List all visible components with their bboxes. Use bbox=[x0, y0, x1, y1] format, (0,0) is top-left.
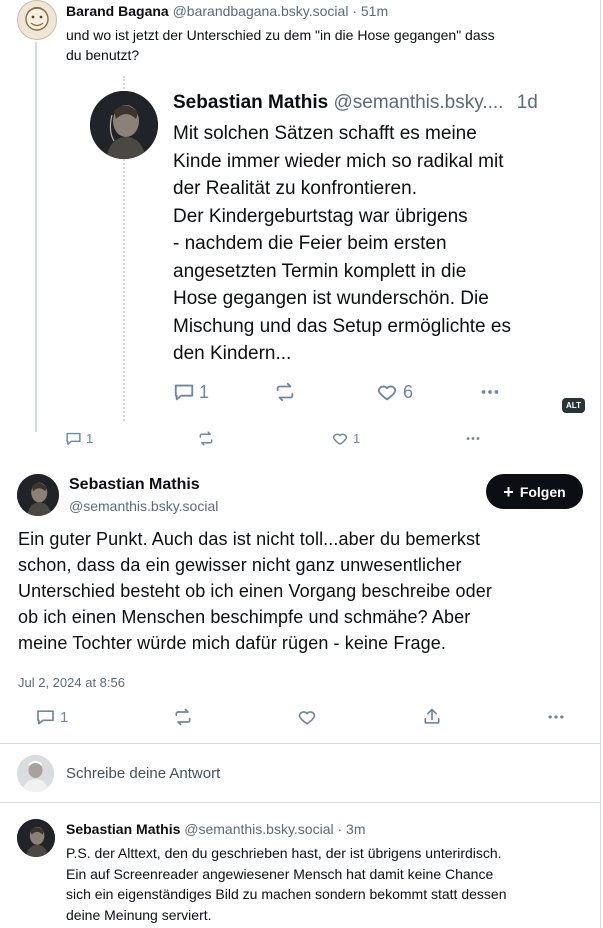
quote-time[interactable]: 1d bbox=[517, 92, 538, 113]
reply-text-line: Ein auf Screenreader angewiesener Mensch… bbox=[66, 865, 494, 882]
quote-text-line: der Realität zu konfrontieren. bbox=[173, 178, 417, 199]
main-text-line: Unterschied besteht ob ich einen Vorgang… bbox=[18, 581, 492, 601]
author-handle[interactable]: @barandbagana.bsky.social bbox=[173, 3, 349, 19]
quote-text-line: Hose gegangen ist wunderschön. Die bbox=[173, 288, 489, 309]
more-icon bbox=[466, 437, 480, 440]
avatar-current-user bbox=[17, 755, 54, 792]
quote-repost-button[interactable] bbox=[273, 381, 297, 403]
quote-author-name[interactable]: Sebastian Mathis bbox=[173, 92, 328, 113]
avatar-barand[interactable] bbox=[17, 0, 57, 40]
quote-header: Sebastian Mathis @semanthis.bsky.... 1d bbox=[173, 92, 538, 114]
main-author-handle[interactable]: @semanthis.bsky.social bbox=[69, 498, 218, 514]
plus-icon: + bbox=[503, 481, 514, 502]
avatar-sebastian[interactable] bbox=[17, 474, 59, 516]
main-repost-button[interactable] bbox=[172, 707, 194, 727]
quote-reply-count: 1 bbox=[199, 381, 210, 402]
more-icon bbox=[548, 715, 564, 719]
divider bbox=[0, 743, 600, 744]
divider bbox=[0, 802, 600, 803]
share-icon bbox=[424, 708, 440, 724]
reply-post-time[interactable]: · 3m bbox=[338, 821, 366, 837]
quote-reply-button[interactable]: 1 bbox=[173, 381, 209, 403]
reply-input[interactable]: Schreibe deine Antwort bbox=[66, 765, 220, 782]
post-text: und wo ist jetzt der Unterschied zu dem … bbox=[66, 25, 495, 65]
quote-text: Mit solchen Sätzen schafft es meine Kind… bbox=[173, 120, 511, 368]
parent-like-count: 1 bbox=[353, 431, 361, 446]
reply-text-line: deine Meinung serviert. bbox=[66, 906, 212, 923]
post-text-line: du benutzt? bbox=[66, 47, 140, 63]
reply-icon bbox=[66, 432, 81, 445]
reply-text-line: sich ein eigenständiges Bild zu machen s… bbox=[66, 886, 507, 902]
quote-text-line: Mischung und das Setup ermöglichte es bbox=[173, 315, 511, 337]
quote-text-line: Kinde immer wieder mich so radikal mit bbox=[173, 150, 504, 172]
quote-text-line: angesetzten Termin komplett in die bbox=[173, 260, 467, 282]
quote-text-line: - nachdem die Feier beim ersten bbox=[173, 233, 447, 254]
main-timestamp[interactable]: Jul 2, 2024 at 8:56 bbox=[18, 675, 125, 690]
follow-button[interactable]: + Folgen bbox=[486, 474, 583, 509]
parent-repost-button[interactable] bbox=[197, 430, 215, 447]
reply-text-line: P.S. der Alttext, den du geschrieben has… bbox=[66, 845, 502, 861]
reply-author-name[interactable]: Sebastian Mathis bbox=[66, 821, 180, 837]
parent-reply-count: 1 bbox=[86, 431, 94, 446]
main-reply-button[interactable]: 1 bbox=[35, 707, 68, 727]
main-post-text: Ein guter Punkt. Auch das ist nicht toll… bbox=[18, 526, 492, 656]
main-author-name[interactable]: Sebastian Mathis bbox=[69, 476, 200, 494]
quote-like-count: 6 bbox=[403, 381, 414, 402]
parent-reply-button[interactable]: 1 bbox=[65, 430, 93, 447]
quote-more-button[interactable] bbox=[478, 381, 502, 403]
author-name[interactable]: Barand Bagana bbox=[66, 3, 169, 19]
main-text-line: Ein guter Punkt. Auch das ist nicht toll… bbox=[18, 529, 481, 549]
parent-like-button[interactable]: 1 bbox=[331, 430, 360, 447]
main-text-line: ob ich einen Menschen beschimpfe und sch… bbox=[18, 607, 471, 627]
parent-more-button[interactable] bbox=[463, 430, 483, 447]
heart-icon bbox=[298, 711, 316, 725]
main-text-line: meine Tochter würde mich dafür rügen - k… bbox=[18, 633, 446, 653]
post-time[interactable]: · 51m bbox=[352, 3, 388, 19]
avatar-sebastian-reply[interactable] bbox=[17, 819, 55, 857]
heart-icon bbox=[377, 385, 397, 401]
thread-connector bbox=[35, 42, 37, 432]
follow-label: Folgen bbox=[519, 483, 566, 500]
repost-icon bbox=[276, 382, 294, 402]
post-text-line: und wo ist jetzt der Unterschied zu dem … bbox=[66, 27, 495, 43]
heart-icon bbox=[332, 433, 348, 445]
main-more-button[interactable] bbox=[545, 707, 567, 727]
main-share-button[interactable] bbox=[421, 707, 443, 727]
alt-badge[interactable]: ALT bbox=[562, 398, 585, 413]
repost-icon bbox=[199, 431, 213, 446]
main-like-button[interactable] bbox=[296, 707, 318, 727]
reply-icon bbox=[174, 384, 194, 401]
repost-icon bbox=[175, 708, 191, 726]
reply-post-header: Sebastian Mathis @semanthis.bsky.social … bbox=[66, 821, 366, 837]
avatar-sebastian-quoted[interactable] bbox=[90, 91, 158, 159]
quote-like-button[interactable]: 6 bbox=[375, 381, 413, 403]
quote-text-line: Der Kindergeburtstag war übrigens bbox=[173, 205, 468, 227]
reply-post-text: P.S. der Alttext, den du geschrieben has… bbox=[66, 843, 506, 925]
reply-author-handle[interactable]: @semanthis.bsky.social bbox=[184, 821, 333, 837]
quote-text-line: Mit solchen Sätzen schafft es meine bbox=[173, 123, 477, 144]
more-icon bbox=[481, 390, 499, 394]
main-text-line: schon, dass da ein gewisser nicht ganz u… bbox=[18, 555, 462, 575]
post-header: Barand Bagana @barandbagana.bsky.social … bbox=[66, 3, 388, 19]
main-reply-count: 1 bbox=[60, 708, 69, 726]
quote-author-handle[interactable]: @semanthis.bsky.... bbox=[334, 92, 504, 113]
quote-text-line: den Kindern... bbox=[173, 343, 292, 364]
reply-icon bbox=[37, 710, 54, 725]
thread-view: Barand Bagana @barandbagana.bsky.social … bbox=[0, 0, 601, 928]
